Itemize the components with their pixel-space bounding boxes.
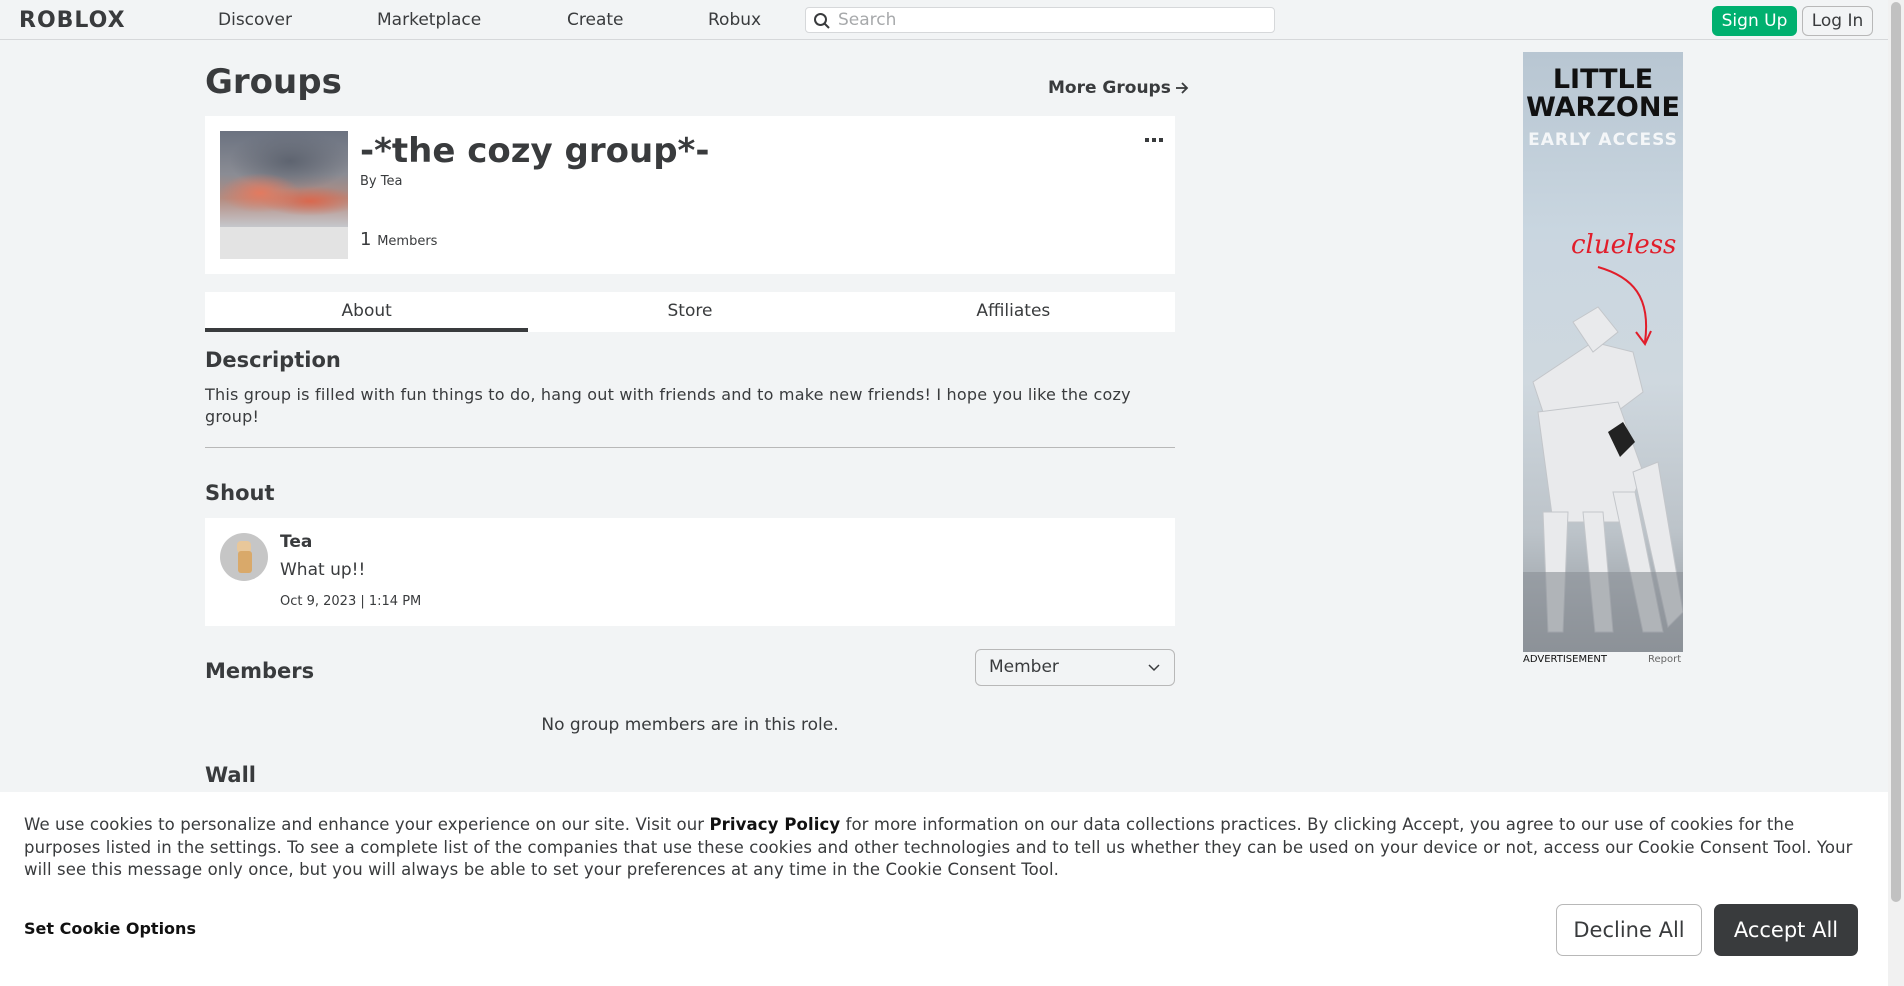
- group-owner-link[interactable]: Tea: [381, 174, 403, 189]
- log-in-button[interactable]: Log In: [1802, 6, 1873, 36]
- group-name: -*the cozy group*-: [360, 131, 710, 171]
- chevron-down-icon: [1148, 664, 1160, 672]
- member-count-value: 1: [360, 229, 372, 250]
- tab-about[interactable]: About: [205, 292, 529, 332]
- group-tabs: About Store Affiliates: [205, 292, 1175, 332]
- nav-link-create[interactable]: Create: [567, 10, 624, 30]
- page-title: Groups: [205, 62, 342, 102]
- tab-store[interactable]: Store: [528, 292, 851, 332]
- sunset-sky-image: [220, 131, 348, 227]
- description-divider: [205, 447, 1175, 448]
- tab-affiliates[interactable]: Affiliates: [852, 292, 1175, 332]
- role-dropdown-value: Member: [989, 657, 1059, 677]
- group-thumbnail: [220, 131, 348, 259]
- cookie-message: We use cookies to personalize and enhanc…: [24, 814, 1874, 882]
- search-input[interactable]: [838, 9, 1268, 31]
- shout-heading: Shout: [205, 481, 275, 505]
- arrow-right-icon: [1175, 82, 1189, 94]
- decline-all-button[interactable]: Decline All: [1556, 904, 1702, 956]
- nav-link-marketplace[interactable]: Marketplace: [377, 10, 481, 30]
- shout-card: Tea What up!! Oct 9, 2023 | 1:14 PM: [205, 518, 1175, 626]
- shout-text: What up!!: [280, 560, 366, 580]
- sign-up-button[interactable]: Sign Up: [1712, 6, 1797, 36]
- roblox-logo[interactable]: ROBLOX: [19, 8, 126, 33]
- advertisement-label: ADVERTISEMENT: [1523, 654, 1608, 665]
- privacy-policy-link[interactable]: Privacy Policy: [709, 815, 840, 834]
- member-count-label: Members: [377, 234, 438, 249]
- nav-link-discover[interactable]: Discover: [218, 10, 292, 30]
- avatar-body: [238, 551, 252, 573]
- search-icon: [814, 13, 830, 29]
- group-header-card: -*the cozy group*- By Tea 1 Members: [205, 116, 1175, 274]
- group-member-count: 1 Members: [360, 229, 437, 250]
- more-groups-label: More Groups: [1048, 78, 1171, 98]
- group-description: This group is filled with fun things to …: [205, 385, 1131, 426]
- description-heading: Description: [205, 348, 341, 372]
- search-box[interactable]: [805, 7, 1275, 33]
- nav-link-robux[interactable]: Robux: [708, 10, 761, 30]
- group-owner-line: By Tea: [360, 174, 402, 189]
- shout-author-avatar[interactable]: [220, 533, 268, 581]
- wall-heading: Wall: [205, 763, 256, 787]
- more-dots-icon[interactable]: [1145, 132, 1163, 148]
- scrollbar-thumb[interactable]: [1891, 2, 1901, 902]
- set-cookie-options-link[interactable]: Set Cookie Options: [24, 919, 196, 938]
- shout-author-link[interactable]: Tea: [280, 532, 312, 552]
- top-navigation-bar: ROBLOX Discover Marketplace Create Robux…: [0, 0, 1888, 40]
- more-groups-link[interactable]: More Groups: [1048, 78, 1189, 98]
- role-dropdown[interactable]: Member: [975, 649, 1175, 686]
- by-label: By: [360, 174, 377, 189]
- members-heading: Members: [205, 659, 315, 683]
- cookie-text-before: We use cookies to personalize and enhanc…: [24, 815, 710, 834]
- shout-timestamp: Oct 9, 2023 | 1:14 PM: [280, 594, 422, 609]
- no-members-message: No group members are in this role.: [541, 715, 839, 735]
- advertisement-banner[interactable]: LITTLE WARZONE EARLY ACCESS clueless: [1523, 52, 1683, 652]
- accept-all-button[interactable]: Accept All: [1714, 904, 1858, 956]
- cookie-consent-banner: We use cookies to personalize and enhanc…: [0, 792, 1888, 986]
- page-scrollbar[interactable]: [1888, 0, 1904, 986]
- report-ad-link[interactable]: Report: [1648, 654, 1681, 665]
- ad-artwork: [1523, 266, 1683, 652]
